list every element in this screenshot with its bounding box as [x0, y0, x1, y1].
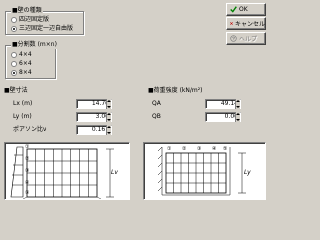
- poisson-spinner[interactable]: [106, 125, 111, 135]
- wall-grid: [26, 148, 98, 198]
- wall-type-group: ■壁の種類 四辺固定版 三辺固定一辺自由版: [5, 7, 84, 35]
- radio-three-side-fixed[interactable]: 三辺固定一辺自由版: [11, 25, 73, 33]
- left-grid-number-3: ③: [25, 168, 30, 174]
- dimensions-label: ■壁寸法: [4, 87, 28, 94]
- ok-button[interactable]: OK: [226, 3, 266, 16]
- radio-div-8x4-label: 8×4: [19, 69, 32, 76]
- ly-label: Ly (m): [13, 113, 32, 120]
- radio-three-side-fixed-label: 三辺固定一辺自由版: [19, 25, 74, 32]
- qa-label: QA: [152, 100, 161, 107]
- radio-div-6x4-label: 6×4: [19, 60, 32, 67]
- right-grid-number-1: ①: [167, 146, 172, 152]
- right-grid-number-2: ②: [182, 146, 187, 152]
- division-label: ■分割数 (m×n): [11, 41, 58, 49]
- radio-div-4x4-label: 4×4: [19, 51, 32, 58]
- radio-four-side-fixed[interactable]: 四辺固定版: [11, 16, 49, 24]
- cancel-button-label: キャンセル: [234, 21, 265, 28]
- division-group: ■分割数 (m×n) 4×4 6×4 8×4: [5, 41, 58, 79]
- load-label: ■荷重強度 (kN/m²): [148, 87, 203, 94]
- check-icon: [230, 6, 237, 13]
- load-triangle: [10, 146, 24, 198]
- cancel-button[interactable]: キャンセル: [226, 17, 266, 30]
- radio-div-8x4[interactable]: 8×4: [11, 69, 32, 77]
- right-dim-label: Ly: [244, 169, 251, 176]
- lx-label: Lx (m): [13, 100, 33, 107]
- close-icon: [230, 22, 233, 25]
- support-hatch: [157, 146, 231, 196]
- help-icon: [230, 35, 237, 42]
- ly-spinner[interactable]: [106, 112, 111, 122]
- radio-div-6x4[interactable]: 6×4: [11, 60, 32, 68]
- lx-spinner[interactable]: [106, 99, 111, 109]
- right-grid-number-4: ④: [212, 146, 217, 152]
- qb-label: QB: [152, 113, 161, 120]
- radio-div-6x4-dot[interactable]: [11, 61, 17, 67]
- radio-four-side-fixed-dot[interactable]: [11, 17, 17, 23]
- right-diagram-panel: ① ② ③ ④ ⑤ Ly: [143, 142, 266, 200]
- right-grid-number-5: ⑤: [223, 146, 228, 152]
- help-button-label: ヘルプ: [239, 36, 258, 43]
- wall-type-label: ■壁の種類: [11, 7, 43, 15]
- radio-div-8x4-dot[interactable]: [11, 70, 17, 76]
- wall-grid-right: [165, 152, 227, 194]
- left-grid-number-2: ②: [25, 156, 30, 162]
- left-dim-label: Lv: [111, 169, 118, 176]
- left-grid-number-4: ④: [25, 180, 30, 186]
- radio-div-4x4[interactable]: 4×4: [11, 51, 32, 59]
- left-grid-number-1: ①: [25, 144, 30, 150]
- qb-spinner[interactable]: [235, 112, 240, 122]
- help-button[interactable]: ヘルプ: [226, 32, 266, 45]
- radio-four-side-fixed-label: 四辺固定版: [19, 16, 50, 23]
- radio-three-side-fixed-dot[interactable]: [11, 26, 17, 32]
- ok-button-label: OK: [239, 6, 248, 13]
- qa-spinner[interactable]: [235, 99, 240, 109]
- right-grid-number-3: ③: [197, 146, 202, 152]
- left-grid-number-5: ⑤: [25, 190, 30, 196]
- left-diagram-panel: ① ② ③ ④ ⑤ Lv: [4, 142, 130, 200]
- radio-div-4x4-dot[interactable]: [11, 52, 17, 58]
- poisson-label: ポアソン比ν: [13, 126, 47, 133]
